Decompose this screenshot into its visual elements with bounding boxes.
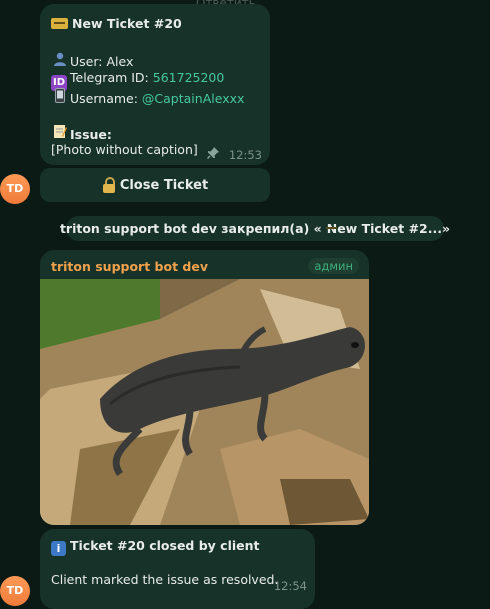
message-time: 12:53	[228, 148, 262, 162]
issue-label: Issue:	[70, 127, 112, 142]
issue-row: Issue:	[51, 124, 112, 142]
admin-badge: админ	[308, 258, 359, 274]
close-ticket-button[interactable]: Close Ticket	[40, 168, 270, 202]
ticket-title-row: New Ticket #20	[51, 16, 182, 31]
lock-icon	[102, 177, 116, 193]
closed-title-row: i Ticket #20 closed by client	[51, 538, 260, 556]
issue-text: [Photo without caption]	[51, 142, 198, 157]
sender-name[interactable]: triton support bot dev	[51, 259, 208, 274]
telegram-id-value[interactable]: 561725200	[153, 70, 225, 85]
telegram-id-label: Telegram ID:	[70, 70, 149, 85]
ticket-title: New Ticket #20	[72, 16, 182, 31]
pinned-service-message[interactable]: triton support bot dev закрепил(а) « New…	[60, 216, 450, 241]
message-meta: 12:53	[206, 147, 262, 163]
username-row: Username: @CaptainAlexxx	[51, 88, 244, 106]
closed-title: Ticket #20 closed by client	[70, 538, 260, 553]
service-text: triton support bot dev закрепил(а) «	[59, 221, 322, 236]
closed-text: Client marked the issue as resolved.	[51, 572, 279, 587]
ticket-closed-bubble[interactable]: i Ticket #20 closed by client Client mark…	[40, 529, 315, 609]
ticket-message-bubble[interactable]: New Ticket #20 User: Alex ID Telegram ID:…	[40, 4, 270, 165]
user-label: User: Alex	[70, 54, 134, 69]
info-icon: i	[51, 541, 66, 556]
pin-icon	[206, 147, 223, 162]
newt-photo[interactable]	[40, 279, 369, 525]
ticket-icon	[51, 18, 68, 29]
phone-icon	[51, 88, 68, 106]
close-ticket-label: Close Ticket	[119, 177, 209, 193]
avatar[interactable]: TD	[0, 174, 30, 204]
service-quote: New Ticket #2...»	[326, 221, 451, 236]
username-label: Username:	[70, 91, 138, 106]
photo-message-bubble[interactable]: triton support bot dev админ	[40, 250, 369, 525]
user-row: User: Alex	[51, 52, 133, 69]
username-link[interactable]: @CaptainAlexxx	[142, 91, 244, 106]
memo-icon	[51, 124, 68, 142]
avatar[interactable]: TD	[0, 576, 30, 606]
user-icon	[51, 52, 68, 69]
closed-time: 12:54	[273, 579, 307, 593]
